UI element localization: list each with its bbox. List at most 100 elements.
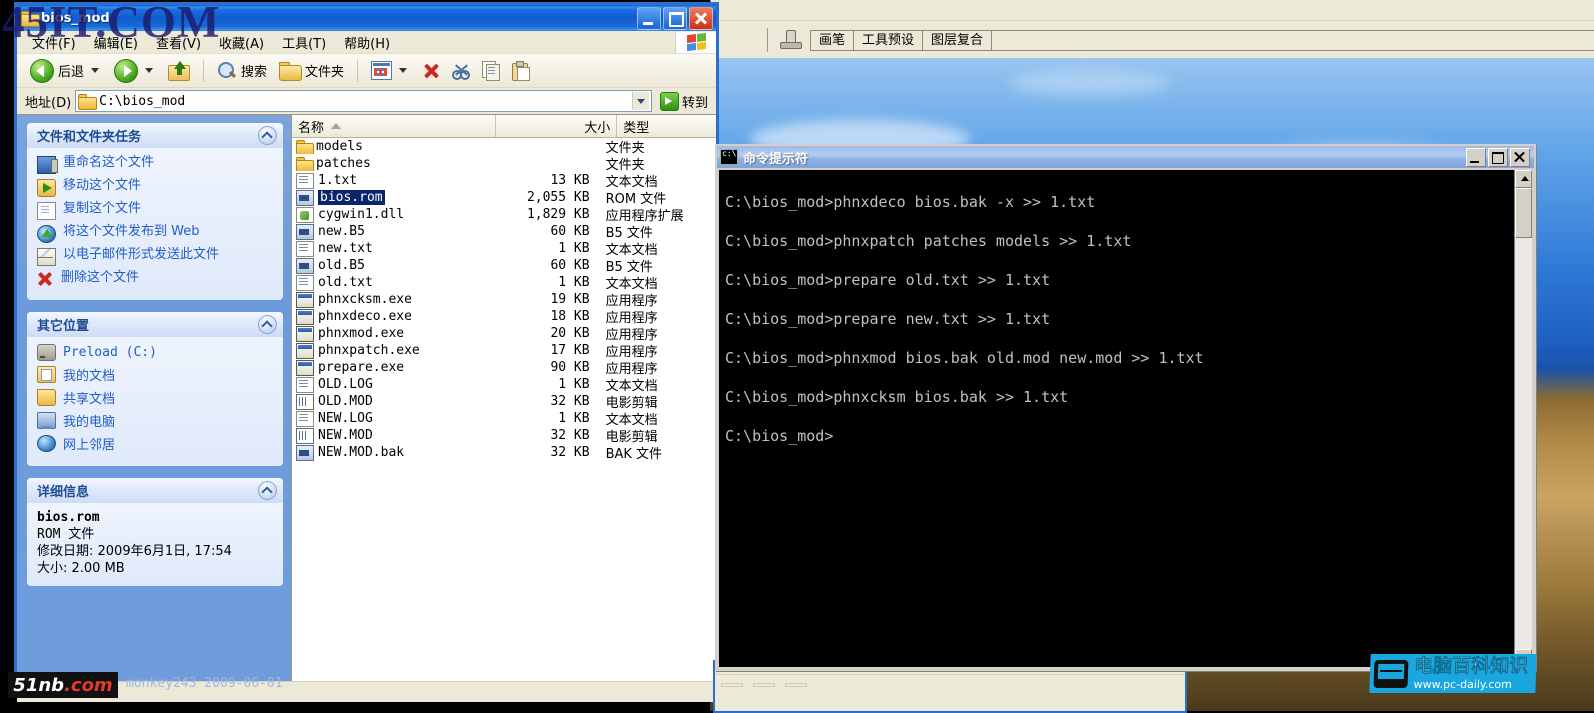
menu-favorites[interactable]: 收藏(A) — [210, 31, 273, 54]
tab-tool-presets[interactable]: 工具预设 — [853, 30, 924, 50]
explorer-window-controls[interactable] — [637, 6, 714, 30]
views-button[interactable] — [366, 59, 415, 82]
back-dropdown-caret[interactable] — [91, 68, 100, 73]
task-email[interactable]: 以电子邮件形式发送此文件 — [37, 247, 275, 266]
scrollbar-track[interactable] — [1515, 188, 1532, 649]
chevron-down-icon[interactable] — [631, 92, 649, 110]
table-row[interactable]: new.txt 1 KB 文本文档 — [292, 240, 716, 258]
place-my-computer[interactable]: 我的电脑 — [37, 411, 275, 430]
explorer-toolbar[interactable]: 后退 搜索 文件夹 — [17, 54, 716, 88]
cmd-title-bar[interactable]: 命令提示符 — [717, 146, 1534, 168]
folders-button[interactable]: 文件夹 — [274, 59, 349, 82]
file-name-cell[interactable]: patches — [292, 156, 487, 171]
menu-edit[interactable]: 编辑(E) — [85, 31, 147, 54]
cut-button[interactable] — [447, 60, 475, 82]
other-places-header[interactable]: 其它位置 — [27, 312, 283, 337]
file-name-cell[interactable]: 1.txt — [292, 172, 487, 189]
table-row[interactable]: new.B5 60 KB B5 文件 — [292, 223, 716, 241]
table-row[interactable]: old.B5 60 KB B5 文件 — [292, 257, 716, 275]
back-button[interactable]: 后退 — [25, 57, 107, 85]
column-header-name[interactable]: 名称 — [292, 115, 497, 137]
file-list-rows[interactable]: models 文件夹 patches 文件夹 1.txt 13 KB 文本文档 bios.ro… — [292, 138, 716, 462]
file-name-cell[interactable]: phnxcksm.exe — [292, 291, 487, 308]
explorer-title-bar[interactable]: bios_mod — [17, 5, 716, 31]
forward-dropdown-caret[interactable] — [145, 68, 154, 73]
file-list-column-headers[interactable]: 名称 大小 类型 — [292, 115, 716, 138]
table-row[interactable]: phnxmod.exe 20 KB 应用程序 — [292, 325, 716, 343]
task-move[interactable]: 移动这个文件 — [37, 178, 275, 197]
table-row[interactable]: NEW.LOG 1 KB 文本文档 — [292, 410, 716, 428]
maximize-button[interactable] — [663, 6, 687, 30]
file-name-cell[interactable]: NEW.LOG — [292, 410, 487, 427]
table-row[interactable]: OLD.MOD 32 KB 电影剪辑 — [292, 393, 716, 411]
table-row[interactable]: NEW.MOD.bak 32 KB BAK 文件 — [292, 444, 716, 462]
file-name-cell[interactable]: OLD.LOG — [292, 376, 487, 393]
cmd-close-button[interactable] — [1510, 147, 1530, 167]
table-row[interactable]: phnxdeco.exe 18 KB 应用程序 — [292, 308, 716, 326]
command-prompt-window[interactable]: 命令提示符 C:\bios_mod>phnxdeco bios.bak -x >… — [715, 144, 1536, 671]
explorer-window[interactable]: bios_mod 文件(F) 编辑(E) 查看(V) 收藏(A) 工具(T) 帮… — [14, 2, 719, 702]
views-dropdown-caret[interactable] — [399, 68, 408, 73]
file-name-cell[interactable]: OLD.MOD — [292, 393, 487, 410]
table-row[interactable]: phnxpatch.exe 17 KB 应用程序 — [292, 342, 716, 360]
scrollbar-thumb[interactable] — [1515, 188, 1532, 238]
table-row[interactable]: bios.rom 2,055 KB ROM 文件 — [292, 189, 716, 207]
file-name-cell[interactable]: phnxpatch.exe — [292, 342, 487, 359]
file-name-cell[interactable]: new.txt — [292, 240, 487, 257]
table-row[interactable]: old.txt 1 KB 文本文档 — [292, 274, 716, 292]
menu-view[interactable]: 查看(V) — [147, 31, 210, 54]
file-name-cell[interactable]: prepare.exe — [292, 359, 487, 376]
table-row[interactable]: OLD.LOG 1 KB 文本文档 — [292, 376, 716, 394]
address-input[interactable]: C:\bios_mod — [75, 90, 652, 112]
file-name-cell[interactable]: models — [292, 139, 487, 154]
cmd-minimize-button[interactable] — [1466, 147, 1486, 167]
table-row[interactable]: NEW.MOD 32 KB 电影剪辑 — [292, 427, 716, 445]
tab-brush[interactable]: 画笔 — [810, 30, 855, 50]
paste-button[interactable] — [507, 59, 535, 82]
place-my-documents[interactable]: 我的文档 — [37, 365, 275, 384]
search-button[interactable]: 搜索 — [212, 59, 272, 83]
place-preload-c[interactable]: Preload (C:) — [37, 344, 275, 361]
table-row[interactable]: cygwin1.dll 1,829 KB 应用程序扩展 — [292, 206, 716, 224]
file-name-cell[interactable]: cygwin1.dll — [292, 206, 487, 223]
photoshop-palette-tabs[interactable]: 画笔 工具预设 图层复合 — [810, 28, 1594, 51]
menu-help[interactable]: 帮助(H) — [335, 31, 399, 54]
file-name-cell[interactable]: new.B5 — [292, 223, 487, 240]
copy-button[interactable] — [477, 59, 505, 82]
collapse-chevron-icon[interactable] — [258, 126, 277, 145]
tab-layer-comps[interactable]: 图层复合 — [922, 30, 993, 50]
table-row[interactable]: patches 文件夹 — [292, 155, 716, 173]
task-copy[interactable]: 复制这个文件 — [37, 201, 275, 220]
file-name-cell[interactable]: phnxdeco.exe — [292, 308, 487, 325]
collapse-chevron-icon[interactable] — [258, 315, 277, 334]
scroll-up-icon[interactable] — [1515, 170, 1532, 188]
file-name-cell[interactable]: old.B5 — [292, 257, 487, 274]
minimize-button[interactable] — [637, 6, 661, 30]
explorer-menu-bar[interactable]: 文件(F) 编辑(E) 查看(V) 收藏(A) 工具(T) 帮助(H) — [17, 31, 716, 54]
clone-stamp-icon[interactable] — [778, 29, 802, 51]
details-header[interactable]: 详细信息 — [27, 478, 283, 503]
task-delete[interactable]: 删除这个文件 — [37, 270, 275, 287]
file-name-cell[interactable]: NEW.MOD — [292, 427, 487, 444]
table-row[interactable]: prepare.exe 90 KB 应用程序 — [292, 359, 716, 377]
file-name-cell[interactable]: old.txt — [292, 274, 487, 291]
file-name-cell[interactable]: NEW.MOD.bak — [292, 444, 487, 461]
menu-tools[interactable]: 工具(T) — [273, 31, 335, 54]
cmd-console-output[interactable]: C:\bios_mod>phnxdeco bios.bak -x >> 1.tx… — [719, 170, 1514, 667]
cmd-window-controls[interactable] — [1466, 147, 1532, 167]
table-row[interactable]: phnxcksm.exe 19 KB 应用程序 — [292, 291, 716, 309]
forward-button[interactable] — [109, 57, 161, 85]
column-header-type[interactable]: 类型 — [617, 115, 716, 137]
menu-file[interactable]: 文件(F) — [23, 31, 85, 54]
delete-button[interactable] — [417, 60, 445, 82]
table-row[interactable]: models 文件夹 — [292, 138, 716, 156]
task-publish-web[interactable]: 将这个文件发布到 Web — [37, 224, 275, 243]
file-tasks-header[interactable]: 文件和文件夹任务 — [27, 123, 283, 148]
task-rename[interactable]: 重命名这个文件 — [37, 155, 275, 174]
cmd-maximize-button[interactable] — [1488, 147, 1508, 167]
file-list-view[interactable]: 名称 大小 类型 models 文件夹 patches 文件夹 1.txt 13 KB 文本… — [291, 115, 716, 681]
table-row[interactable]: 1.txt 13 KB 文本文档 — [292, 172, 716, 190]
file-name-cell[interactable]: bios.rom — [292, 189, 487, 206]
column-header-size[interactable]: 大小 — [496, 115, 618, 137]
cmd-scrollbar[interactable] — [1514, 170, 1532, 667]
